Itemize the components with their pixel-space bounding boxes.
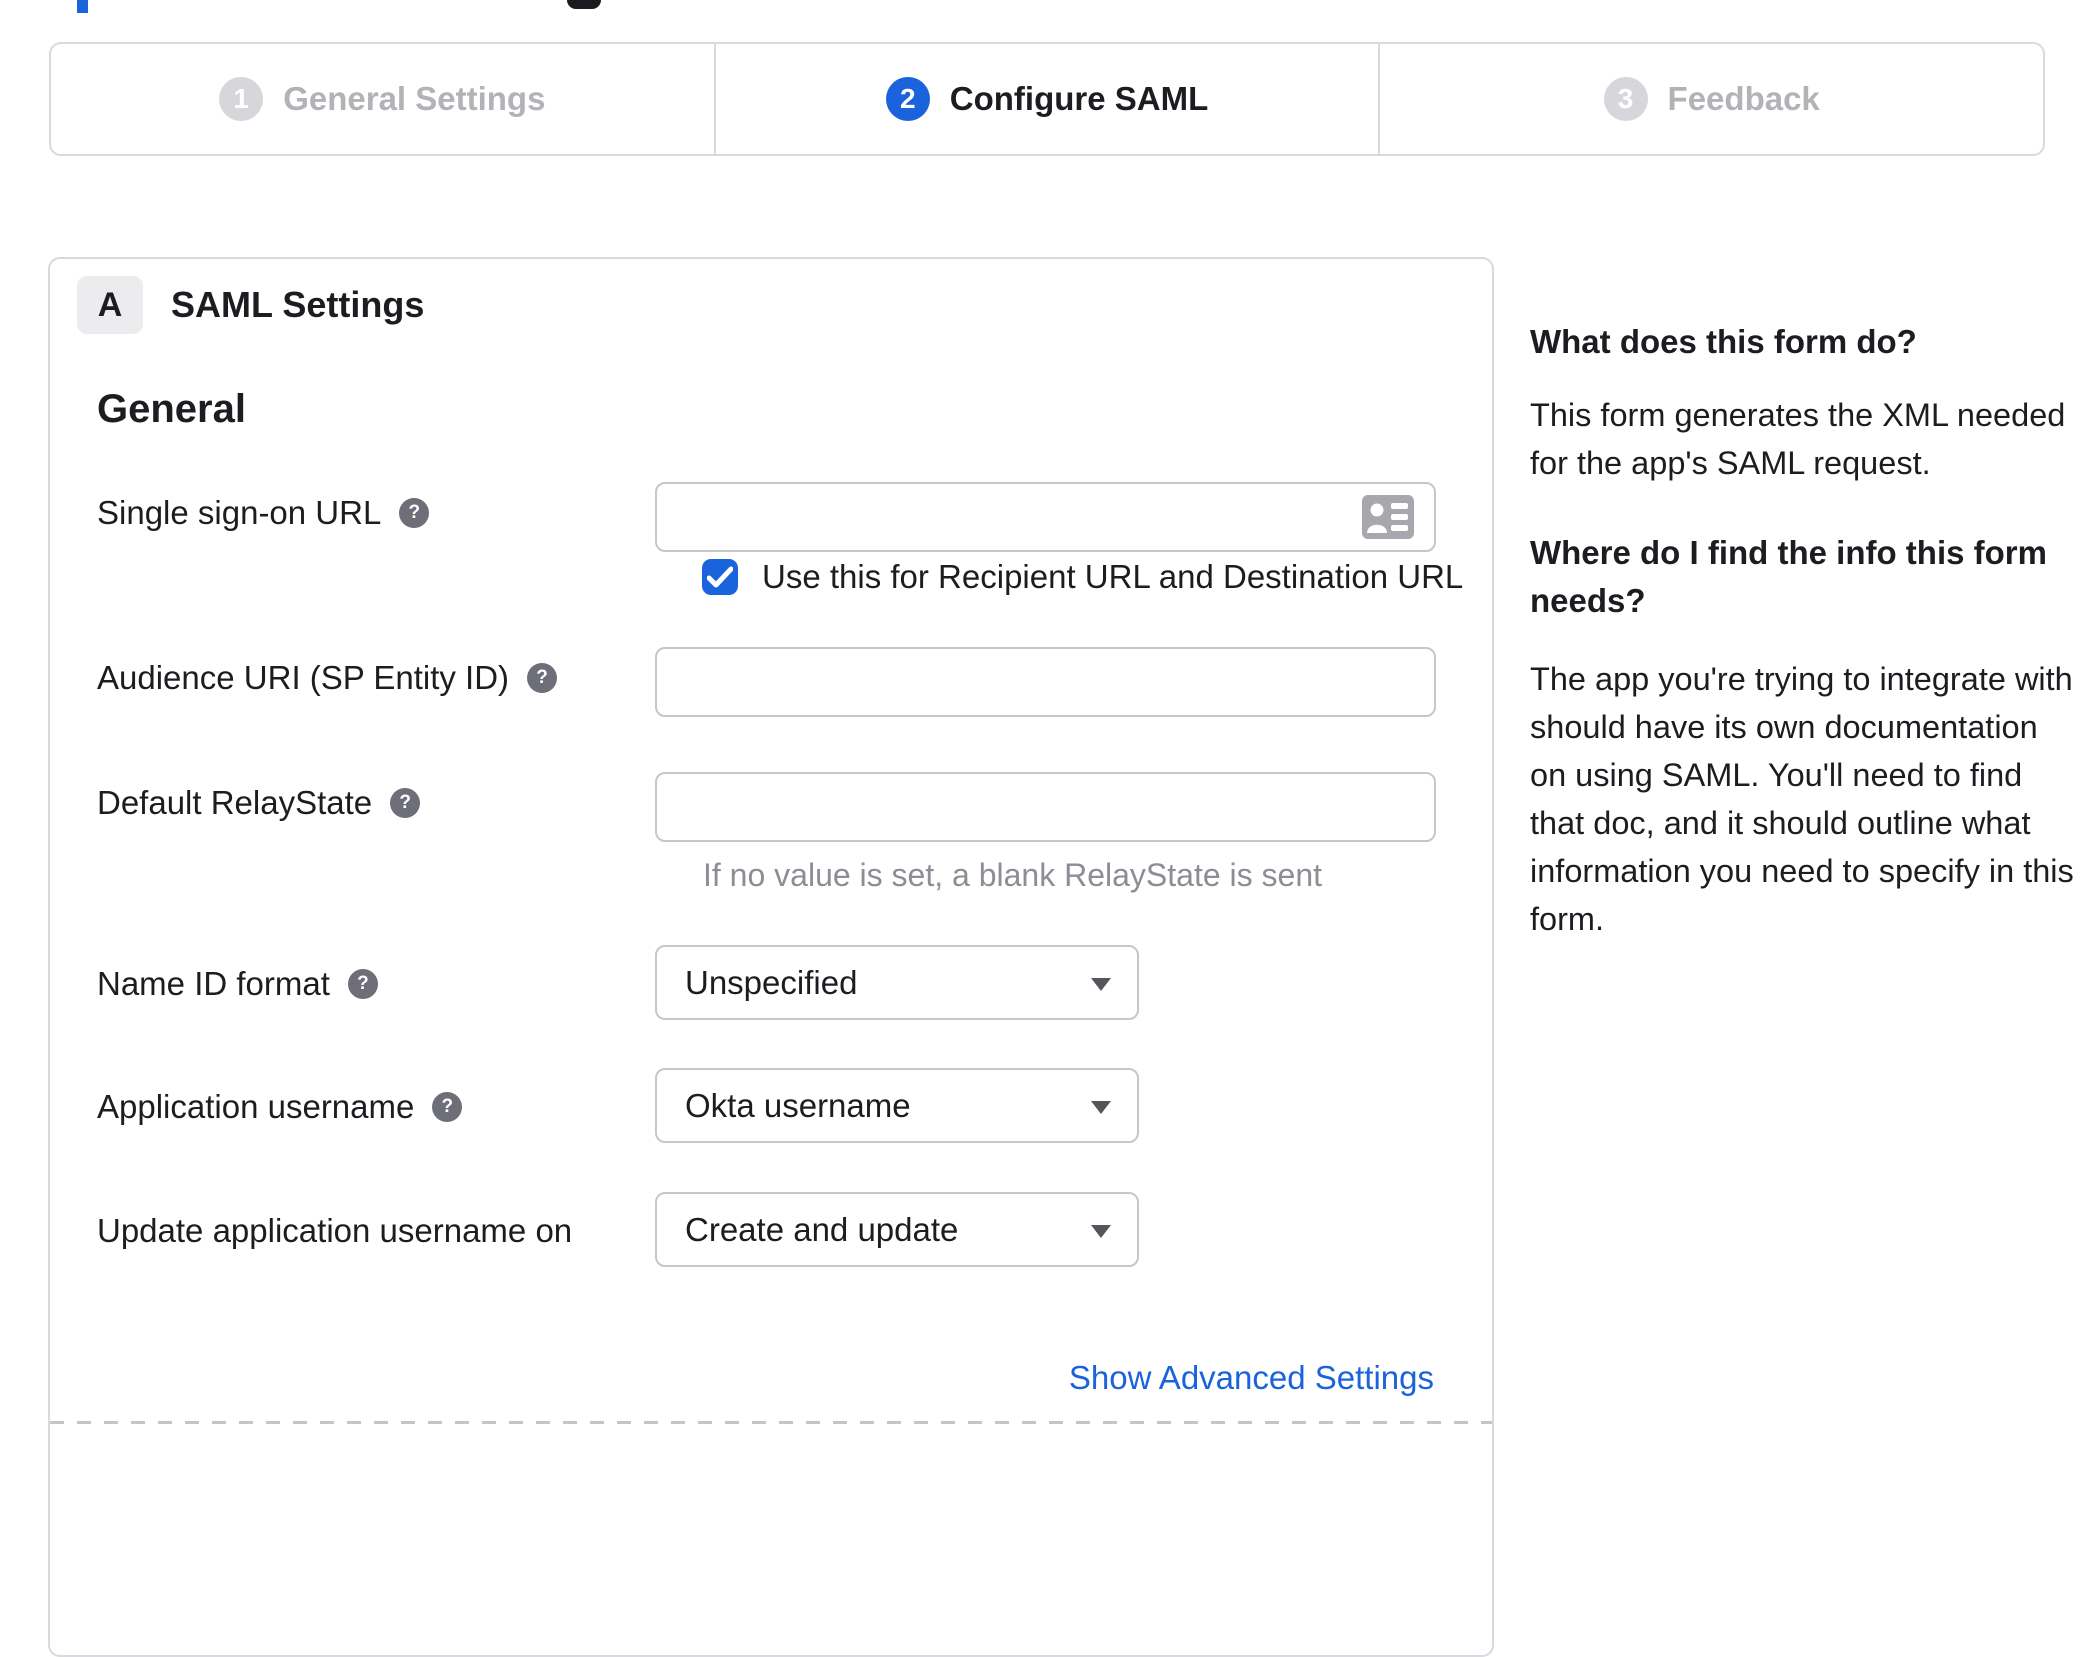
update-username-label: Update application username on <box>97 1212 573 1249</box>
relay-state-label-wrap: Default RelayState ? <box>97 772 655 822</box>
audience-uri-label-wrap: Audience URI (SP Entity ID) ? <box>97 647 655 697</box>
sso-url-row: Single sign-on URL ? <box>97 482 1436 552</box>
audience-uri-row: Audience URI (SP Entity ID) ? <box>97 647 1436 717</box>
step-number-badge: 3 <box>1603 77 1648 121</box>
recipient-url-checkbox-row: Use this for Recipient URL and Destinati… <box>702 558 1463 596</box>
audience-uri-label: Audience URI (SP Entity ID) <box>97 659 510 696</box>
saml-settings-card: A SAML Settings General Single sign-on U… <box>48 257 1494 1657</box>
recipient-url-checkbox[interactable] <box>702 559 738 595</box>
help-icon[interactable]: ? <box>390 788 421 818</box>
step-configure-saml[interactable]: 2 Configure SAML <box>713 44 1379 154</box>
clipped-app-logo-fragment <box>567 0 601 9</box>
application-username-row: Application username ? Okta username <box>97 1068 1139 1143</box>
update-username-label-wrap: Update application username on <box>97 1192 655 1250</box>
application-username-label-wrap: Application username ? <box>97 1068 655 1126</box>
section-title: SAML Settings <box>171 284 425 325</box>
step-feedback[interactable]: 3 Feedback <box>1378 44 2043 154</box>
wizard-stepper: 1 General Settings 2 Configure SAML 3 Fe… <box>49 42 2045 156</box>
group-title: General <box>97 387 246 431</box>
step-label: Feedback <box>1667 80 1820 117</box>
section-letter-badge: A <box>77 276 143 334</box>
update-username-select[interactable]: Create and update <box>655 1192 1139 1267</box>
help-sidebar: What does this form do? This form genera… <box>1530 318 2082 943</box>
chevron-down-icon <box>1091 1225 1111 1238</box>
audience-uri-input[interactable] <box>655 647 1436 717</box>
step-label: Configure SAML <box>949 80 1209 117</box>
sidebar-paragraph-what: This form generates the XML needed for t… <box>1530 397 2066 481</box>
step-general-settings[interactable]: 1 General Settings <box>51 44 714 154</box>
sidebar-paragraph-where: The app you're trying to integrate with … <box>1530 661 2074 937</box>
dashed-section-divider <box>50 1421 1492 1424</box>
sso-url-label-wrap: Single sign-on URL ? <box>97 482 655 532</box>
name-id-format-label-wrap: Name ID format ? <box>97 945 655 1003</box>
step-number-badge: 1 <box>219 77 264 121</box>
clipped-page-title-fragment <box>77 0 88 13</box>
step-label: General Settings <box>283 80 546 117</box>
recipient-url-checkbox-label: Use this for Recipient URL and Destinati… <box>762 558 1464 595</box>
chevron-down-icon <box>1091 1101 1111 1114</box>
help-icon[interactable]: ? <box>399 498 430 528</box>
help-icon[interactable]: ? <box>347 969 378 999</box>
help-icon[interactable]: ? <box>527 663 558 693</box>
relay-state-hint: If no value is set, a blank RelayState i… <box>703 857 1322 893</box>
application-username-value: Okta username <box>685 1086 911 1124</box>
contact-card-icon[interactable] <box>1362 495 1414 544</box>
application-username-select[interactable]: Okta username <box>655 1068 1139 1143</box>
sso-url-input[interactable] <box>655 482 1436 552</box>
name-id-format-value: Unspecified <box>685 963 858 1001</box>
relay-state-input[interactable] <box>655 772 1436 842</box>
relay-state-row: Default RelayState ? <box>97 772 1436 842</box>
chevron-down-icon <box>1091 978 1111 991</box>
show-advanced-settings-link[interactable]: Show Advanced Settings <box>1069 1359 1434 1397</box>
section-header: A SAML Settings <box>77 276 424 334</box>
name-id-format-row: Name ID format ? Unspecified <box>97 945 1139 1020</box>
sidebar-heading-what: What does this form do? <box>1530 323 1917 360</box>
name-id-format-label: Name ID format <box>97 965 330 1002</box>
sso-url-label: Single sign-on URL <box>97 494 382 531</box>
update-username-value: Create and update <box>685 1210 959 1248</box>
update-username-row: Update application username on Create an… <box>97 1192 1139 1267</box>
name-id-format-select[interactable]: Unspecified <box>655 945 1139 1020</box>
relay-state-label: Default RelayState <box>97 784 373 821</box>
application-username-label: Application username <box>97 1088 415 1125</box>
step-number-badge: 2 <box>885 77 930 121</box>
sidebar-heading-where: Where do I find the info this form needs… <box>1530 534 2047 619</box>
help-icon[interactable]: ? <box>432 1092 463 1122</box>
